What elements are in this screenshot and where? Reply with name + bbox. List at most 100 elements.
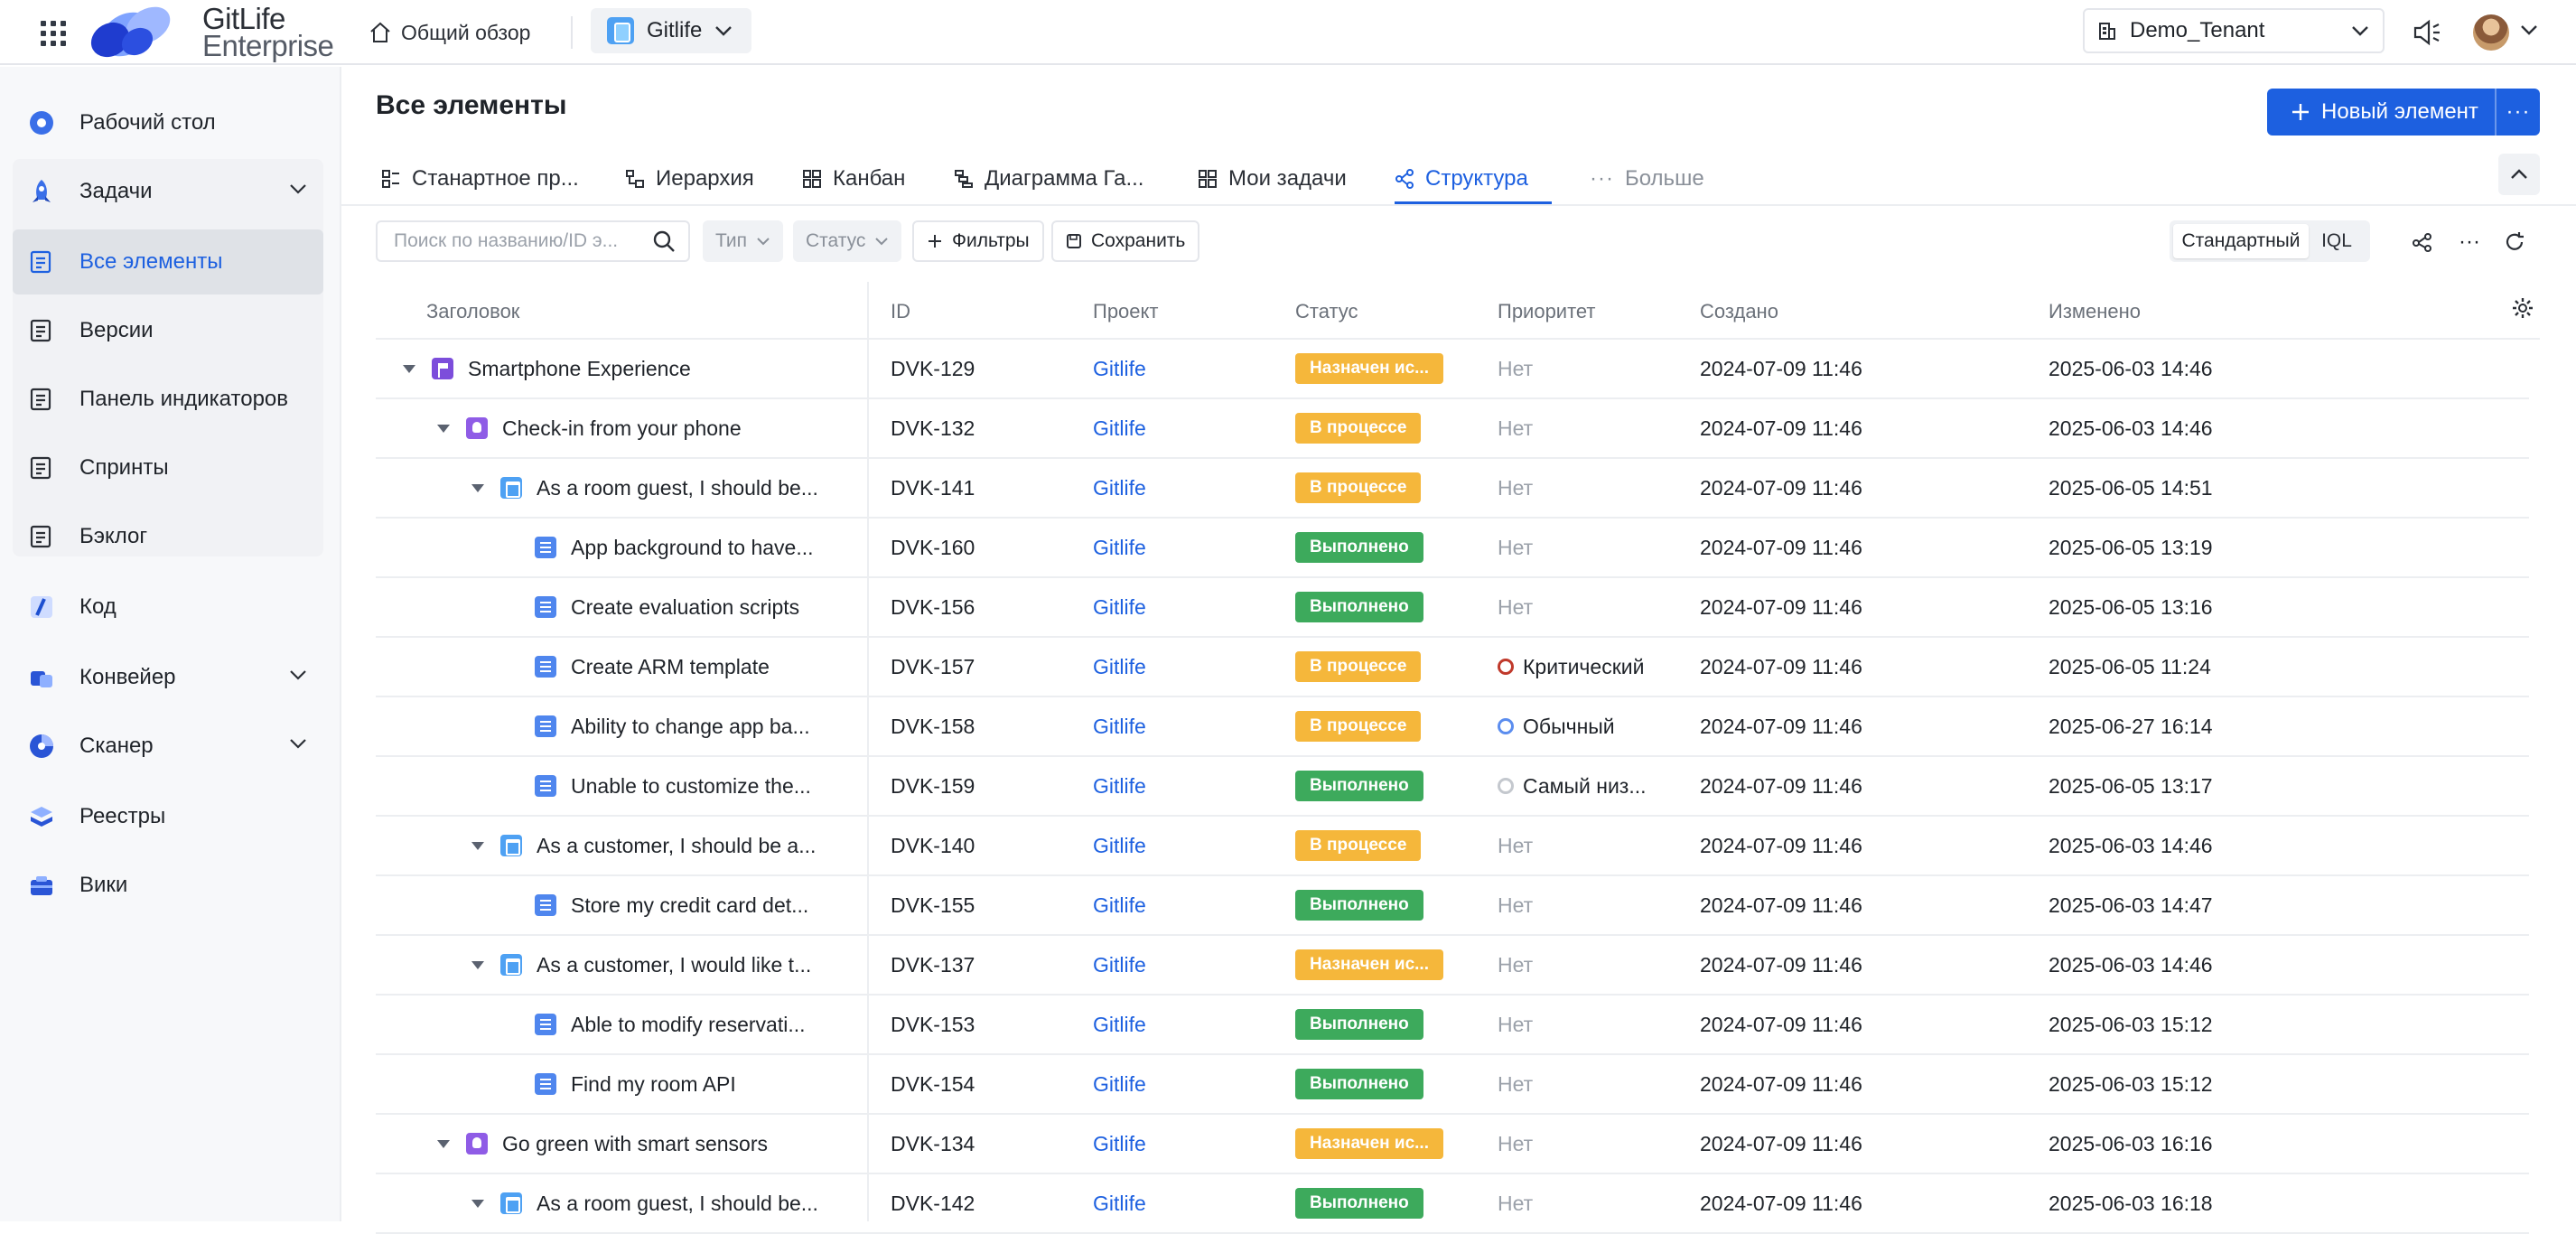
column-header-project[interactable]: Проект — [1093, 300, 1158, 323]
logo[interactable]: GitLife Enterprise — [83, 0, 345, 65]
status-badge[interactable]: Выполнено — [1295, 771, 1423, 801]
new-item-button[interactable]: Новый элемент — [2267, 89, 2497, 136]
announcement-icon[interactable] — [2412, 16, 2444, 49]
table-row[interactable]: Ability to change app ba... DVK-158 Gitl… — [376, 697, 2529, 757]
table-row[interactable]: Check-in from your phone DVK-132 Gitlife… — [376, 399, 2529, 459]
status-badge[interactable]: В процессе — [1295, 651, 1422, 682]
column-header-created[interactable]: Создано — [1700, 300, 1778, 323]
column-header-status[interactable]: Статус — [1295, 300, 1358, 323]
status-filter[interactable]: Статус — [793, 220, 902, 262]
search-icon[interactable] — [652, 229, 676, 253]
expand-toggle-icon[interactable] — [471, 1199, 484, 1208]
item-project-link[interactable]: Gitlife — [1093, 996, 1146, 1053]
item-title[interactable]: As a room guest, I should be... — [537, 476, 818, 500]
tenant-selector[interactable]: Demo_Tenant — [2083, 8, 2385, 53]
sidebar-item-pipeline[interactable]: Конвейер — [13, 645, 323, 710]
table-row[interactable]: As a room guest, I should be... DVK-141 … — [376, 459, 2529, 519]
table-row[interactable]: Find my room API DVK-154 Gitlife Выполне… — [376, 1055, 2529, 1115]
item-title[interactable]: Find my room API — [571, 1072, 736, 1097]
status-badge[interactable]: Выполнено — [1295, 592, 1423, 622]
table-row[interactable]: Able to modify reservati... DVK-153 Gitl… — [376, 996, 2529, 1055]
item-project-link[interactable]: Gitlife — [1093, 697, 1146, 755]
table-row[interactable]: As a customer, I should be a... DVK-140 … — [376, 817, 2529, 876]
table-row[interactable]: App background to have... DVK-160 Gitlif… — [376, 519, 2529, 578]
status-badge[interactable]: Назначен ис... — [1295, 1128, 1443, 1159]
status-badge[interactable]: В процессе — [1295, 472, 1422, 503]
overview-link[interactable]: Общий обзор — [369, 14, 530, 51]
chevron-down-icon[interactable] — [2520, 23, 2538, 36]
expand-toggle-icon[interactable] — [471, 960, 484, 969]
expand-toggle-icon[interactable] — [437, 1139, 450, 1148]
sidebar-item-scanner[interactable]: Сканер — [13, 714, 323, 779]
table-row[interactable]: Create evaluation scripts DVK-156 Gitlif… — [376, 578, 2529, 638]
item-project-link[interactable]: Gitlife — [1093, 399, 1146, 457]
table-row[interactable]: Create ARM template DVK-157 Gitlife В пр… — [376, 638, 2529, 697]
table-row[interactable]: As a customer, I would like t... DVK-137… — [376, 936, 2529, 996]
table-row[interactable]: Go green with smart sensors DVK-134 Gitl… — [376, 1115, 2529, 1174]
sidebar-item-code[interactable]: Код — [13, 575, 323, 640]
item-project-link[interactable]: Gitlife — [1093, 1174, 1146, 1232]
tab-standard[interactable]: Станартное пр... — [381, 154, 579, 204]
item-title[interactable]: Ability to change app ba... — [571, 715, 810, 739]
item-title[interactable]: Smartphone Experience — [468, 357, 691, 381]
status-badge[interactable]: Назначен ис... — [1295, 949, 1443, 980]
item-project-link[interactable]: Gitlife — [1093, 817, 1146, 874]
tab-more[interactable]: ··· Больше — [1590, 154, 1704, 204]
item-title[interactable]: Create evaluation scripts — [571, 595, 799, 620]
new-item-more-button[interactable]: ··· — [2497, 99, 2540, 125]
item-project-link[interactable]: Gitlife — [1093, 519, 1146, 576]
type-filter[interactable]: Тип — [703, 220, 784, 262]
avatar[interactable] — [2473, 14, 2509, 51]
mode-iql[interactable]: IQL — [2309, 224, 2365, 258]
sidebar-item-registries[interactable]: Реестры — [13, 784, 323, 849]
status-badge[interactable]: Назначен ис... — [1295, 353, 1443, 384]
save-button[interactable]: Сохранить — [1051, 220, 1200, 262]
sidebar-item-tasks[interactable]: Задачи — [13, 159, 323, 224]
app-launcher-icon[interactable] — [38, 18, 67, 47]
gear-icon[interactable] — [2511, 296, 2534, 320]
sidebar-item-backlog[interactable]: Бэклог — [13, 504, 323, 569]
item-title[interactable]: Able to modify reservati... — [571, 1013, 806, 1037]
expand-toggle-icon[interactable] — [403, 364, 415, 373]
sidebar-item-dashboard-panel[interactable]: Панель индикаторов — [13, 367, 323, 432]
status-badge[interactable]: Выполнено — [1295, 890, 1423, 921]
item-title[interactable]: As a room guest, I should be... — [537, 1192, 818, 1216]
sidebar-item-wiki[interactable]: Вики — [13, 853, 323, 918]
status-badge[interactable]: В процессе — [1295, 711, 1422, 742]
more-options-icon[interactable]: ··· — [2457, 229, 2482, 255]
status-badge[interactable]: Выполнено — [1295, 1188, 1423, 1219]
collapse-header-button[interactable] — [2498, 154, 2540, 195]
column-header-id[interactable]: ID — [891, 300, 910, 323]
status-badge[interactable]: Выполнено — [1295, 1009, 1423, 1040]
item-project-link[interactable]: Gitlife — [1093, 459, 1146, 517]
item-title[interactable]: Create ARM template — [571, 655, 770, 679]
item-project-link[interactable]: Gitlife — [1093, 638, 1146, 696]
tab-hierarchy[interactable]: Иерархия — [625, 154, 754, 204]
tab-gantt[interactable]: Диаграмма Га... — [954, 154, 1143, 204]
sidebar-item-desktop[interactable]: Рабочий стол — [13, 90, 323, 155]
status-badge[interactable]: В процессе — [1295, 413, 1422, 444]
table-row[interactable]: As a room guest, I should be... DVK-142 … — [376, 1174, 2529, 1234]
column-header-title[interactable]: Заголовок — [426, 300, 519, 323]
item-project-link[interactable]: Gitlife — [1093, 757, 1146, 815]
column-header-modified[interactable]: Изменено — [2049, 300, 2141, 323]
status-badge[interactable]: Выполнено — [1295, 532, 1423, 563]
item-project-link[interactable]: Gitlife — [1093, 1055, 1146, 1113]
item-project-link[interactable]: Gitlife — [1093, 340, 1146, 397]
item-title[interactable]: Go green with smart sensors — [502, 1132, 768, 1156]
item-title[interactable]: As a customer, I should be a... — [537, 834, 816, 858]
item-title[interactable]: Check-in from your phone — [502, 416, 742, 441]
share-icon[interactable] — [2410, 229, 2435, 255]
sidebar-item-sprints[interactable]: Спринты — [13, 435, 323, 500]
sidebar-item-versions[interactable]: Версии — [13, 298, 323, 363]
table-row[interactable]: Unable to customize the... DVK-159 Gitli… — [376, 757, 2529, 817]
tab-my-tasks[interactable]: Мои задачи — [1198, 154, 1347, 204]
expand-toggle-icon[interactable] — [471, 841, 484, 850]
expand-toggle-icon[interactable] — [437, 424, 450, 433]
item-project-link[interactable]: Gitlife — [1093, 578, 1146, 636]
refresh-icon[interactable] — [2502, 229, 2527, 255]
filters-button[interactable]: Фильтры — [912, 220, 1044, 262]
sidebar-item-all-items[interactable]: Все элементы — [13, 229, 323, 294]
mode-standard[interactable]: Стандартный — [2173, 224, 2309, 258]
item-title[interactable]: Store my credit card det... — [571, 893, 808, 918]
